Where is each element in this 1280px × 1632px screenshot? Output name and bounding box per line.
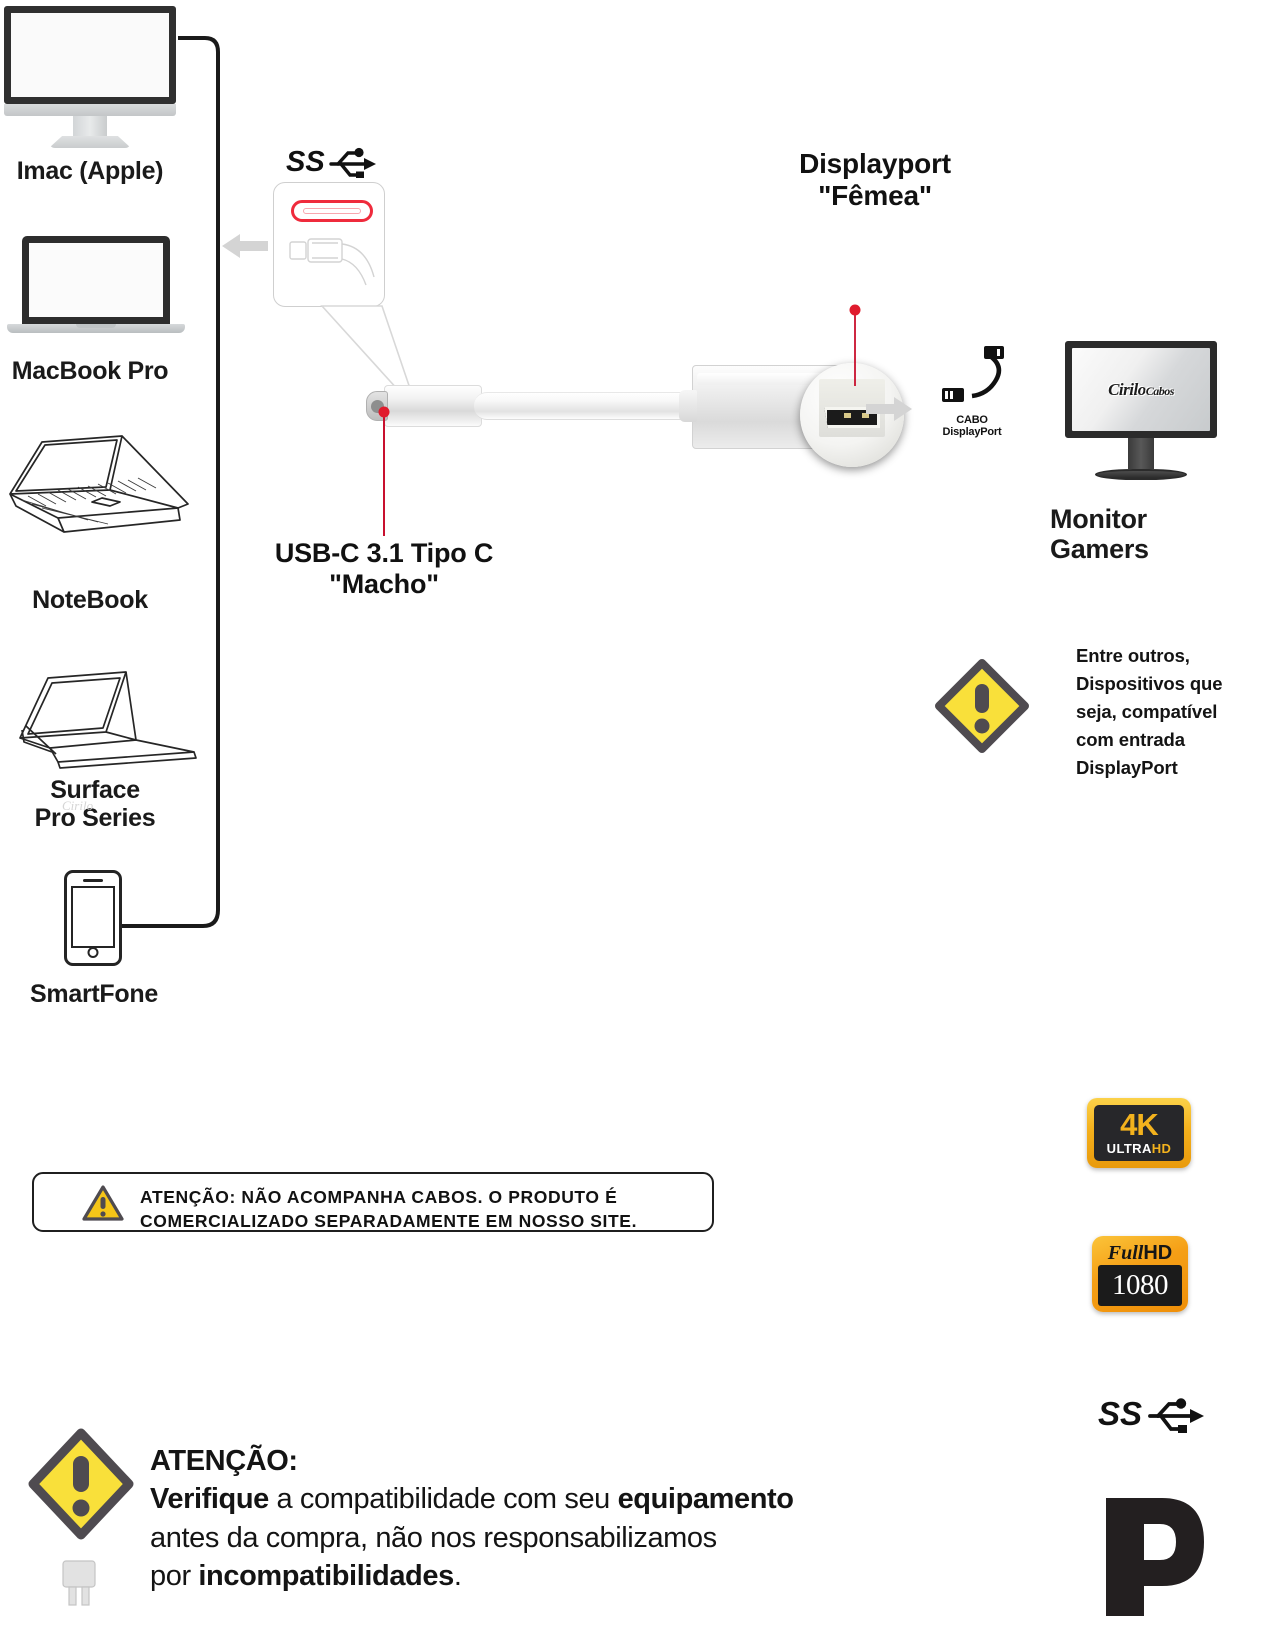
infographic-root: Imac (Apple) MacBook Pro NoteBook Surfac… <box>0 0 1280 1632</box>
badge-4k-inner: 4K ULTRAHD <box>1094 1105 1184 1161</box>
attention-block: ATENÇÃO: Verifique a compatibilidade com… <box>150 1442 990 1595</box>
warning-diamond-icon <box>28 1428 134 1540</box>
imac-screen <box>4 6 176 104</box>
badge-4k-sub-text: ULTRAHD <box>1106 1140 1172 1156</box>
badge-fullhd-number: 1080 <box>1098 1265 1182 1306</box>
connection-path <box>110 36 220 940</box>
adapter-cable <box>474 392 704 420</box>
badge-fullhd-top-text: FullHD <box>1107 1242 1173 1264</box>
usbc-plug-shell <box>366 385 482 427</box>
badge-4k-ultrahd: 4K ULTRAHD <box>1087 1098 1191 1168</box>
imac-chin <box>4 104 176 116</box>
device-label-notebook: NoteBook <box>32 586 148 614</box>
displayport-logo-icon <box>1106 1498 1204 1616</box>
attention-incompat: incompatibilidades <box>198 1559 454 1592</box>
badge-fullhd-1080: FullHD 1080 <box>1092 1236 1188 1312</box>
device-smartfone <box>64 870 122 966</box>
usbc-title: USB-C 3.1 Tipo C "Macho" <box>274 538 494 600</box>
device-label-smartfone: SmartFone <box>30 980 158 1008</box>
side-note-text: Entre outros, Dispositivos que seja, com… <box>1076 645 1223 779</box>
warning-triangle-icon <box>82 1185 124 1221</box>
macbook-base <box>7 324 185 333</box>
monitor-stand <box>1128 438 1154 469</box>
displayport-leader-line <box>849 304 861 386</box>
usbc-male-plug <box>366 385 482 427</box>
arrow-to-devices-icon <box>222 234 268 258</box>
attention-line-2: antes da compra, não nos responsabilizam… <box>150 1521 717 1554</box>
phone-body <box>64 870 122 966</box>
attention-equipamento: equipamento <box>617 1483 794 1516</box>
monitor-frame: CiriloCabos <box>1065 341 1217 438</box>
notice-line2: COMERCIALIZADO SEPARADAMENTE EM NOSSO SI… <box>140 1210 638 1231</box>
device-label-macbook: MacBook Pro <box>11 357 169 385</box>
displayport-cable-caption: CABO DisplayPort <box>942 414 1002 439</box>
phone-home-button <box>87 947 99 958</box>
device-imac <box>4 6 176 148</box>
macbook-screen <box>22 236 170 324</box>
surface-watermark: Cirilo <box>62 798 94 813</box>
dp-pin-left <box>844 413 851 418</box>
imac-stand-neck <box>73 116 107 136</box>
attention-l3-post: . <box>453 1559 462 1592</box>
notice-strong: ATENÇÃO <box>140 1187 230 1207</box>
attention-l1-mid: a compatibilidade com seu <box>268 1483 618 1516</box>
plug-icon <box>62 1560 96 1606</box>
macbook-trackpad-notch <box>76 324 116 328</box>
usbc-leader-line <box>378 406 390 536</box>
warning-diamond-icon <box>935 659 1029 753</box>
notice-box: ATENÇÃO: NÃO ACOMPANHA CABOS. O PRODUTO … <box>32 1172 714 1232</box>
phone-screen <box>71 886 115 948</box>
device-label-monitor: Monitor Gamers <box>1050 504 1149 565</box>
device-monitor: CiriloCabos <box>1065 341 1217 480</box>
attention-line-3: por incompatibilidades. <box>150 1557 990 1595</box>
attention-line-1: Verifique a compatibilidade com seu equi… <box>150 1480 990 1518</box>
svg-text:SS: SS <box>1098 1395 1142 1432</box>
svg-text:SS: SS <box>286 146 325 178</box>
device-label-surface: Surface Pro Series <box>34 776 156 832</box>
notice-line1-rest: : NÃO ACOMPANHA CABOS. O PRODUTO É <box>229 1187 618 1207</box>
badge-4k-main-text: 4K <box>1120 1107 1159 1143</box>
monitor-screen: CiriloCabos <box>1072 348 1210 431</box>
usbc-callout-bubble <box>273 182 385 307</box>
displayport-title: Displayport "Fêmea" <box>799 148 951 212</box>
device-surface <box>19 671 197 769</box>
monitor-base <box>1095 469 1187 480</box>
usb-superspeed-icon: SS <box>1098 1395 1204 1433</box>
attention-heading: ATENÇÃO: <box>150 1445 298 1477</box>
phone-speaker <box>83 879 103 882</box>
adapter-strain-relief <box>679 390 697 422</box>
usbc-port-highlight <box>291 200 373 222</box>
device-label-imac: Imac (Apple) <box>16 157 164 185</box>
imac-stand-foot <box>49 136 131 148</box>
device-macbook <box>7 236 185 333</box>
monitor-screen-logo: CiriloCabos <box>1108 379 1174 399</box>
attention-l3-pre: por <box>150 1559 199 1592</box>
usb-superspeed-icon: SS <box>286 146 376 178</box>
device-notebook <box>9 435 189 533</box>
usbc-plug-sketch-icon <box>289 238 375 286</box>
notice-box-text: ATENÇÃO: NÃO ACOMPANHA CABOS. O PRODUTO … <box>140 1186 700 1233</box>
attention-verifique: Verifique <box>150 1483 269 1516</box>
displayport-cable-icon <box>942 346 1004 402</box>
arrow-to-cable-icon <box>866 397 912 421</box>
